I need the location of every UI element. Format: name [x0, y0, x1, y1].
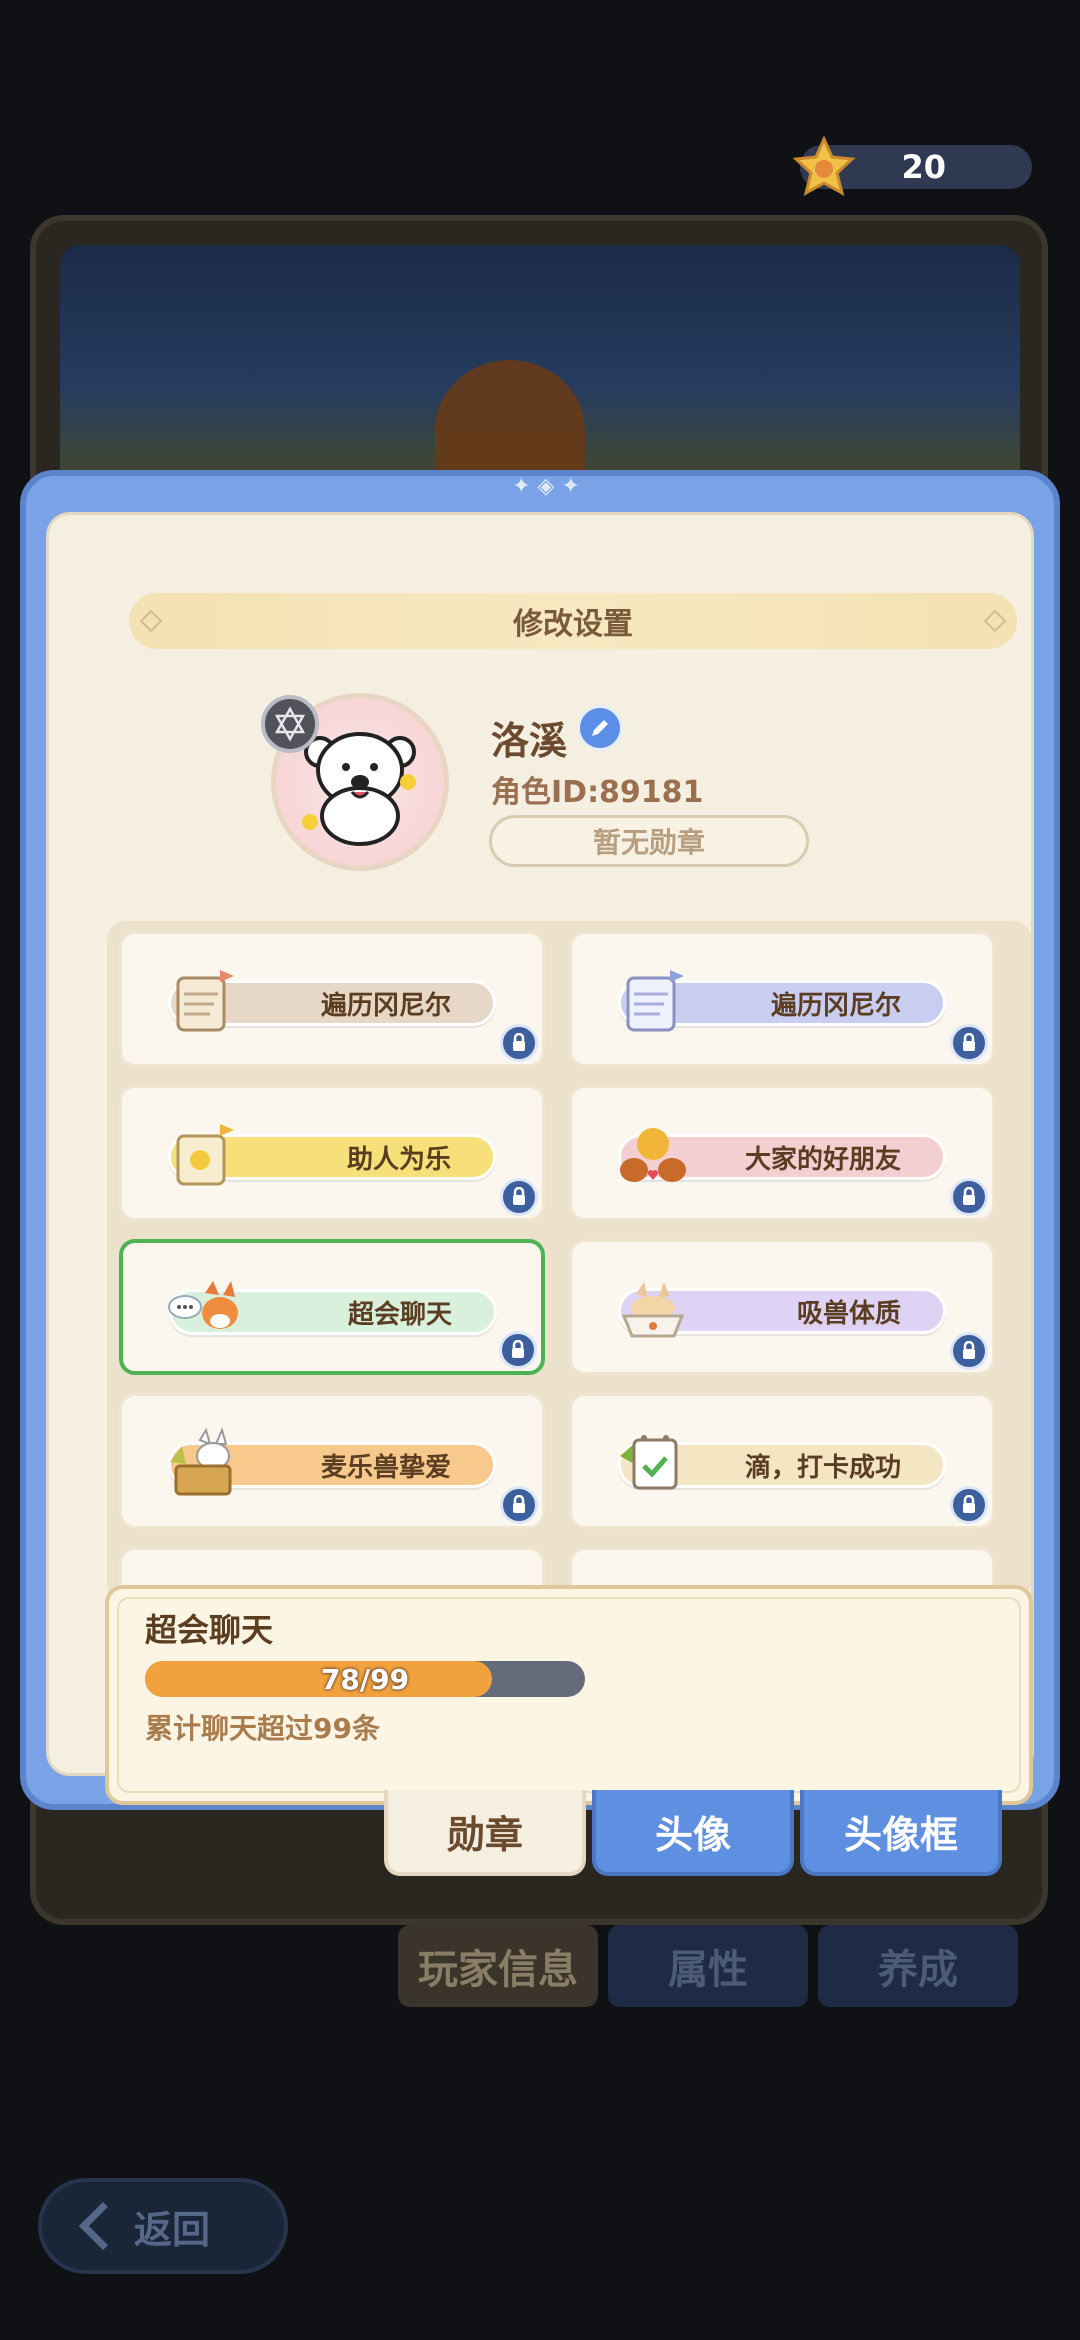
lock-icon [500, 1024, 538, 1062]
friends-icon [620, 1128, 686, 1182]
modal-top-ornament: ✦ ◈ ✦ [512, 474, 580, 499]
detail-description: 累计聊天超过99条 [145, 1712, 380, 1745]
medal-label: 遍历冈尼尔 [770, 990, 901, 1021]
medal-card[interactable]: 滴，打卡成功 [569, 1393, 995, 1529]
lock-icon [500, 1486, 538, 1524]
bg-tab-attributes: 属性 [608, 1925, 808, 2007]
tab-avatar-frame[interactable]: 头像框 [800, 1790, 1002, 1876]
medal-label: 麦乐兽挚爱 [320, 1452, 451, 1483]
medal-label: 吸兽体质 [796, 1298, 901, 1329]
modal-title-banner: 修改设置 [129, 593, 1017, 649]
tab-avatar[interactable]: 头像 [592, 1790, 794, 1876]
pet-bowl-icon [621, 1282, 685, 1338]
helping-scroll-icon [176, 1124, 234, 1186]
settings-modal: ✦ ◈ ✦ 修改设置 洛溪 角色ID:89181 暂无勋章 遍历冈尼尔 遍历冈尼… [20, 470, 1060, 1810]
lock-icon [500, 1178, 538, 1216]
medal-card[interactable]: 遍历冈尼尔 [119, 931, 545, 1067]
medal-card[interactable]: 助人为乐 [119, 1085, 545, 1221]
medal-label: 大家的好朋友 [744, 1144, 901, 1175]
edit-name-button[interactable] [577, 705, 623, 751]
bg-tab-player-info: 玩家信息 [398, 1925, 598, 2007]
calendar-check-icon [620, 1435, 678, 1490]
tab-medal[interactable]: 勋章 [384, 1790, 586, 1876]
banner-diamond-icon [983, 609, 1007, 633]
medal-detail-panel: 超会聊天 78/99 累计聊天超过99条 [105, 1585, 1033, 1805]
medal-card-selected[interactable]: 超会聊天 [119, 1239, 545, 1375]
hexagram-badge-icon [261, 695, 319, 753]
medal-label: 遍历冈尼尔 [320, 990, 451, 1021]
lock-icon [950, 1332, 988, 1370]
lock-icon [950, 1178, 988, 1216]
currency-amount: 20 [901, 148, 946, 186]
scroll-map-icon [176, 970, 234, 1032]
pencil-icon [592, 720, 608, 736]
progress-bar: 78/99 [145, 1661, 585, 1697]
medal-label: 滴，打卡成功 [744, 1452, 901, 1483]
bg-tab-cultivate: 养成 [818, 1925, 1018, 2007]
lock-icon [950, 1486, 988, 1524]
back-arrow-icon [78, 2201, 128, 2251]
chatting-fox-icon [168, 1281, 238, 1329]
player-name: 洛溪 [491, 719, 568, 763]
medal-label: 超会聊天 [347, 1299, 452, 1330]
modal-panel: 修改设置 洛溪 角色ID:89181 暂无勋章 遍历冈尼尔 遍历冈尼尔 助人为乐… [46, 512, 1034, 1805]
medal-card[interactable]: 麦乐兽挚爱 [119, 1393, 545, 1529]
currency-counter: 20 [792, 135, 1032, 196]
medal-grid: 遍历冈尼尔 遍历冈尼尔 助人为乐 大家的好朋友 超会聊天 吸兽体质 麦乐兽挚爱 … [107, 921, 1031, 1601]
background-tabs: 玩家信息 属性 养成 [398, 1925, 1018, 2007]
lock-icon [499, 1331, 537, 1369]
progress-text: 78/99 [320, 1662, 410, 1696]
back-button: 返回 [38, 2178, 288, 2274]
lock-icon [950, 1024, 988, 1062]
back-label: 返回 [134, 2207, 211, 2252]
medal-card[interactable]: 大家的好朋友 [569, 1085, 995, 1221]
player-id: 角色ID:89181 [491, 775, 704, 810]
medal-card[interactable]: 吸兽体质 [569, 1239, 995, 1375]
modal-tabs: 勋章 头像 头像框 [384, 1790, 1002, 1876]
scroll-map-icon [626, 970, 684, 1032]
gift-box-pet-icon [170, 1427, 232, 1496]
medal-label: 助人为乐 [346, 1144, 451, 1175]
detail-title: 超会聊天 [145, 1611, 274, 1649]
no-medal-button[interactable]: 暂无勋章 [489, 815, 809, 867]
modal-title: 修改设置 [513, 607, 633, 642]
star-currency-icon [792, 135, 856, 196]
banner-diamond-icon [139, 609, 163, 633]
medal-card[interactable]: 遍历冈尼尔 [569, 931, 995, 1067]
avatar-area[interactable] [261, 693, 461, 883]
